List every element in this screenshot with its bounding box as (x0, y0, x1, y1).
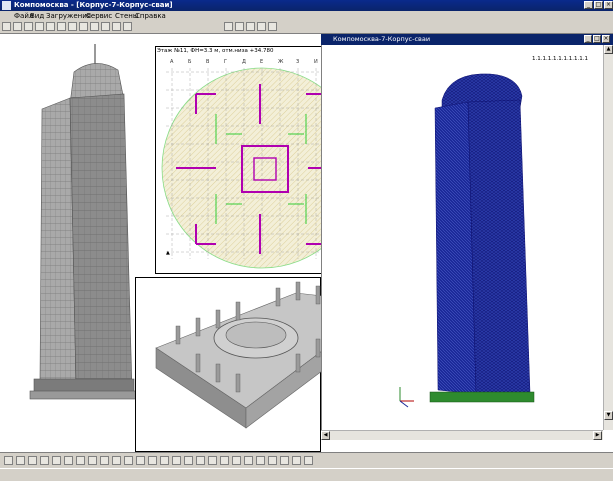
select-icon[interactable] (4, 456, 13, 465)
ruler-icon[interactable] (257, 22, 266, 31)
report-icon[interactable] (246, 22, 255, 31)
tower-3d-gray (29, 44, 139, 400)
zoom-icon[interactable] (244, 456, 253, 465)
rotate-icon[interactable] (57, 22, 66, 31)
wall-3d (235, 301, 241, 321)
plan-axis-marker: ▲ (166, 250, 170, 256)
view-icon[interactable] (235, 22, 244, 31)
scroll-right-button[interactable]: ▶ (593, 431, 602, 440)
wall-3d (275, 287, 281, 307)
wall-3d (175, 325, 181, 345)
node-icon[interactable] (76, 456, 85, 465)
scroll-up-button[interactable]: ▲ (604, 45, 613, 54)
wall-3d (315, 338, 321, 358)
wall-3d (195, 353, 201, 373)
undo-icon[interactable] (280, 456, 289, 465)
mesh-piles (429, 391, 535, 403)
maximize-button[interactable]: □ (594, 1, 603, 9)
beam-icon[interactable] (160, 456, 169, 465)
cut-icon[interactable] (79, 22, 88, 31)
pile-icon[interactable] (124, 456, 133, 465)
subwindow-horizontal-scrollbar[interactable]: ◀ ▶ (321, 430, 603, 440)
open-icon[interactable] (13, 22, 22, 31)
top-toolbar (0, 21, 613, 34)
menu-service[interactable]: Сервис (86, 11, 112, 21)
plan-axis-label: Б (188, 59, 192, 65)
tower-side-face (69, 93, 133, 391)
plan-axis-label: Е (260, 59, 263, 65)
subwindow-info-text: 1.1.1.1.1.1.1.1.1.1.1 (532, 56, 588, 62)
section-icon[interactable] (184, 456, 193, 465)
layer-icon[interactable] (208, 456, 217, 465)
status-bar (0, 468, 613, 481)
measure-icon[interactable] (112, 456, 121, 465)
slab-icon[interactable] (148, 456, 157, 465)
close-button[interactable]: × (604, 1, 613, 9)
menu-help[interactable]: Справка (135, 11, 166, 21)
wall-3d (215, 309, 221, 329)
tower-3d-mesh (429, 73, 535, 403)
wall-3d (295, 281, 301, 301)
wall-icon[interactable] (136, 456, 145, 465)
menu-bar: Файл Вид Загружения Сервис Стены Справка (0, 11, 613, 21)
plan-axis-label: В (206, 59, 210, 65)
load-icon[interactable] (88, 456, 97, 465)
app-title: Компомосква - [Корпус-7-Корпус-сваи] (14, 1, 173, 9)
show-icon[interactable] (232, 456, 241, 465)
stop-icon[interactable] (224, 22, 233, 31)
copy-icon[interactable] (68, 22, 77, 31)
core-ring-inner (225, 321, 287, 349)
minimize-button[interactable]: _ (584, 1, 593, 9)
grid-icon[interactable] (112, 22, 121, 31)
subwindow-close-button[interactable]: × (602, 35, 610, 43)
subwindow-minimize-button[interactable]: _ (584, 35, 592, 43)
move-icon[interactable] (16, 456, 25, 465)
wall-3d (235, 373, 241, 393)
poly-icon[interactable] (64, 456, 73, 465)
redo-icon[interactable] (292, 456, 301, 465)
settings-icon[interactable] (101, 22, 110, 31)
menu-view[interactable]: Вид (30, 11, 44, 21)
tower-base (29, 390, 139, 400)
hide-icon[interactable] (220, 456, 229, 465)
line-icon[interactable] (40, 456, 49, 465)
rect-icon[interactable] (52, 456, 61, 465)
plan-axis-label: Д (242, 59, 246, 65)
axis-icon[interactable] (196, 456, 205, 465)
wall-3d (315, 285, 321, 305)
paste-icon[interactable] (90, 22, 99, 31)
menu-loads[interactable]: Загружения (46, 11, 91, 21)
plan-axis-label: З (296, 59, 299, 65)
subwindow-maximize-button[interactable]: □ (593, 35, 601, 43)
column-icon[interactable] (172, 456, 181, 465)
plan-axis-label: И (314, 59, 318, 65)
app-title-bar: Компомосква - [Корпус-7-Корпус-сваи] _ □… (0, 0, 613, 11)
plan-axis-label: Г (224, 59, 227, 65)
refresh-icon[interactable] (304, 456, 313, 465)
zoom-icon[interactable] (46, 22, 55, 31)
calc-icon[interactable] (123, 22, 132, 31)
fit-icon[interactable] (268, 456, 277, 465)
print-icon[interactable] (35, 22, 44, 31)
wall-3d (195, 317, 201, 337)
save-icon[interactable] (24, 22, 33, 31)
subwindow-vertical-scrollbar[interactable]: ▲ ▼ (603, 45, 613, 430)
app-icon (2, 1, 11, 10)
rotate-icon[interactable] (28, 456, 37, 465)
subwindow-title-bar: Компомосква-7-Корпус-сваи _ □ × (321, 34, 613, 45)
pan-icon[interactable] (256, 456, 265, 465)
scroll-left-button[interactable]: ◀ (321, 431, 330, 440)
subwindow-title: Компомосква-7-Корпус-сваи (333, 35, 431, 43)
wall-3d (295, 353, 301, 373)
plan-axis-label: А (170, 59, 174, 65)
wall-3d (215, 363, 221, 383)
support-icon[interactable] (100, 456, 109, 465)
plan-axis-label: Ж (278, 59, 284, 65)
axes-indicator (399, 387, 414, 408)
mesh-side-face (467, 99, 531, 395)
new-icon[interactable] (2, 22, 11, 31)
mesh-icon[interactable] (268, 22, 277, 31)
scroll-down-button[interactable]: ▼ (604, 411, 613, 420)
